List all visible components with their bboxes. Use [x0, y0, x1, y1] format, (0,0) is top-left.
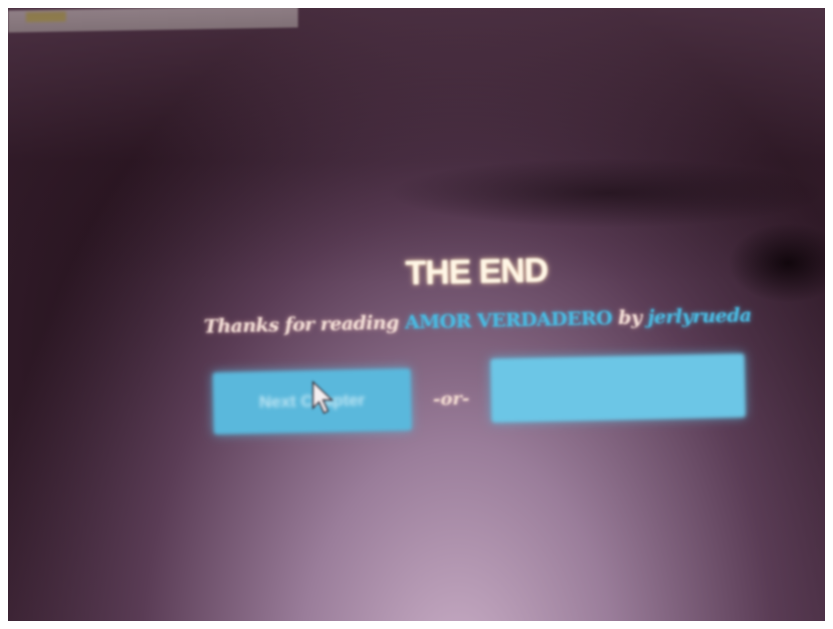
thanks-line: Thanks for reading AMOR VERDADERO by jer… [167, 304, 787, 339]
author-link[interactable]: jerlyrueda [647, 304, 751, 328]
action-row: Next Chapter -or- [169, 353, 790, 436]
browser-top-strip [8, 8, 298, 33]
story-title-link[interactable]: AMOR VERDADERO [405, 307, 613, 333]
or-divider: -or- [432, 387, 470, 410]
thanks-prefix: Thanks for reading [203, 311, 399, 338]
end-screen: THE END Thanks for reading AMOR VERDADER… [166, 247, 790, 436]
screen-reflection [388, 158, 825, 228]
secondary-action-button[interactable] [490, 353, 746, 423]
photo-frame: THE END Thanks for reading AMOR VERDADER… [8, 8, 825, 621]
end-title: THE END [405, 251, 549, 293]
mouse-pointer-icon [312, 380, 334, 414]
by-word: by [617, 306, 642, 330]
browser-tab-swatch [26, 11, 66, 23]
